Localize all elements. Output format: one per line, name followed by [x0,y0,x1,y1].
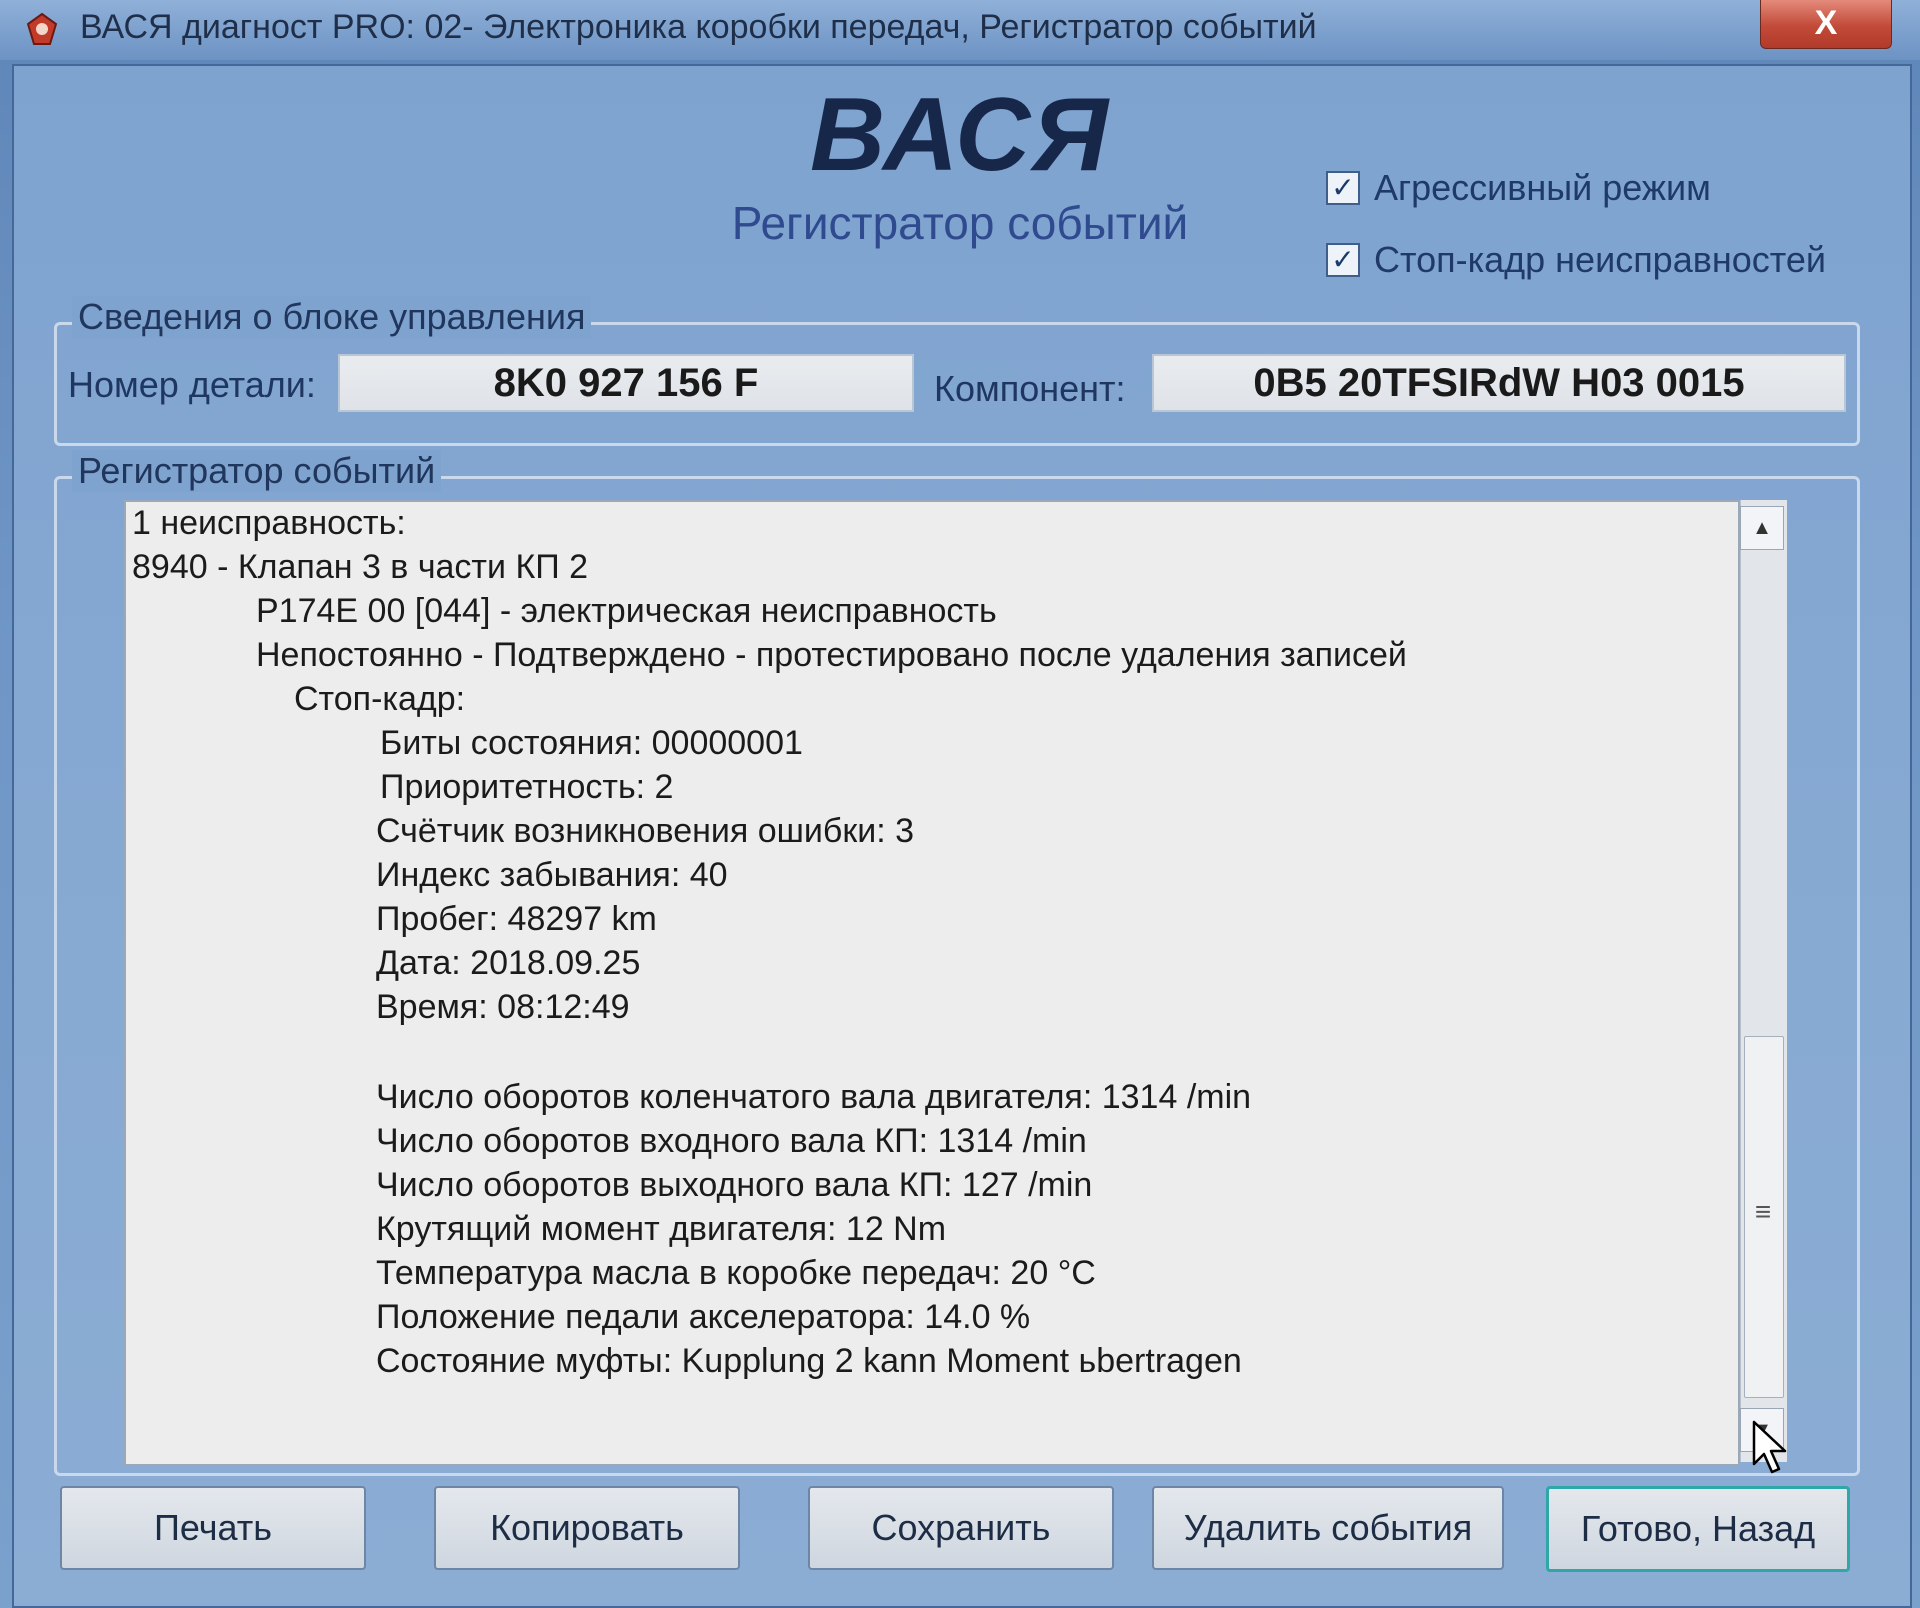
log-line: Число оборотов входного вала КП: 1314 /m… [376,1122,1087,1160]
log-line: Приоритетность: 2 [380,768,674,806]
control-unit-group-title: Сведения о блоке управления [72,296,592,338]
part-number-field: 8K0 927 156 F [338,354,914,412]
scroll-up-button[interactable]: ▲ [1740,506,1784,550]
freeze-frame-option[interactable]: ✓ Стоп-кадр неисправностей [1326,238,1826,282]
app-window: ВАСЯ диагност PRO: 02- Электроника короб… [0,0,1920,1608]
event-log-textbox[interactable]: 1 неисправность: 8940 - Клапан 3 в части… [124,500,1740,1466]
log-line: Состояние муфты: Kupplung 2 kann Moment … [376,1342,1242,1380]
log-line: Индекс забывания: 40 [376,856,728,894]
event-log-group-title: Регистратор событий [72,450,442,492]
log-line: 1 неисправность: [132,504,406,542]
log-line: Непостоянно - Подтверждено - протестиров… [256,636,1407,674]
log-line: Число оборотов коленчатого вала двигател… [376,1078,1252,1116]
aggressive-mode-option[interactable]: ✓ Агрессивный режим [1326,166,1711,210]
log-line: 8940 - Клапан 3 в части КП 2 [132,548,589,586]
page-subtitle: Регистратор событий [731,197,1189,249]
log-line: Биты состояния: 00000001 [380,724,803,762]
app-logo-icon [26,12,58,45]
close-button[interactable]: X [1760,0,1892,49]
freeze-frame-label: Стоп-кадр неисправностей [1374,239,1826,280]
log-line: Счётчик возникновения ошибки: 3 [376,812,915,850]
done-back-button[interactable]: Готово, Назад [1546,1486,1850,1572]
window-title: ВАСЯ диагност PRO: 02- Электроника короб… [80,8,1317,46]
triangle-up-icon: ▲ [1752,517,1772,539]
title-bar: ВАСЯ диагност PRO: 02- Электроника короб… [0,0,1920,60]
app-logo-text: ВАСЯ [810,77,1110,193]
mouse-pointer-icon [1752,1420,1787,1474]
delete-events-button[interactable]: Удалить события [1152,1486,1504,1570]
log-line: Стоп-кадр: [294,680,466,718]
aggressive-mode-label: Агрессивный режим [1374,167,1711,208]
freeze-frame-checkbox[interactable]: ✓ [1326,243,1360,277]
print-button[interactable]: Печать [60,1486,366,1570]
check-icon: ✓ [1331,172,1355,203]
log-line: Положение педали акселератора: 14.0 % [376,1298,1031,1336]
part-number-label: Номер детали: [68,364,316,405]
save-button[interactable]: Сохранить [808,1486,1114,1570]
log-line: Число оборотов выходного вала КП: 127 /m… [376,1166,1093,1204]
component-field: 0B5 20TFSIRdW H03 0015 [1152,354,1846,412]
aggressive-mode-checkbox[interactable]: ✓ [1326,171,1360,205]
log-line: Время: 08:12:49 [376,988,630,1026]
log-line: P174E 00 [044] - электрическая неисправн… [256,592,997,630]
log-line: Крутящий момент двигателя: 12 Nm [376,1210,947,1248]
log-line: Пробег: 48297 km [376,900,657,938]
copy-button[interactable]: Копировать [434,1486,740,1570]
check-icon: ✓ [1331,244,1355,275]
grip-icon: ≡ [1754,1196,1772,1227]
log-line: Температура масла в коробке передач: 20 … [376,1254,1096,1292]
component-label: Компонент: [934,368,1126,409]
log-line: Дата: 2018.09.25 [376,944,641,982]
